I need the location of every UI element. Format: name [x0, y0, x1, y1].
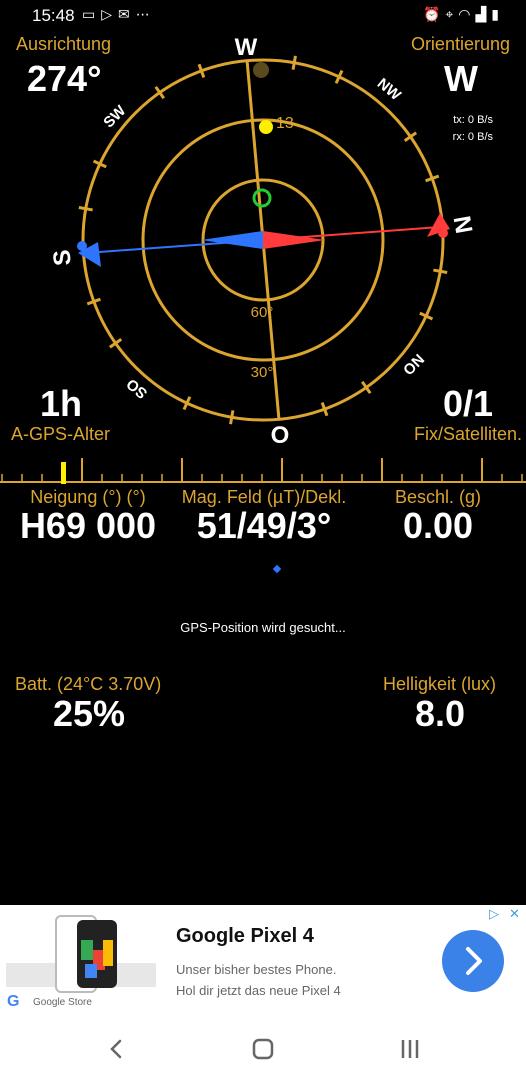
ad-line-1: Unser bisher bestes Phone. [176, 962, 337, 977]
metric-value-neigung: H69 000 [19, 505, 157, 546]
ad-title: Google Pixel 4 [176, 925, 314, 947]
tx-rate: tx: 0 B/s [453, 114, 493, 126]
fix-label: Fix/Satelliten. [413, 424, 522, 444]
home-button-icon[interactable] [250, 1036, 276, 1062]
ring-label-60: 60° [251, 304, 274, 321]
orientation-label: Orientierung [410, 34, 510, 54]
battery-icon: ▮ [491, 6, 504, 22]
alarm-icon: ⏰ [422, 6, 446, 22]
system-icons: ⏰⌖◠▟▮ [423, 6, 504, 23]
metric-value-magfeld: 51/49/3° [196, 505, 332, 546]
status-bar: 15:48 ▭▷✉⋯ ⏰⌖◠▟▮ [0, 0, 526, 32]
ring-tick [403, 131, 418, 143]
ring-tick [229, 410, 235, 425]
orientation-value: W [444, 58, 478, 99]
ring-tick [361, 380, 372, 395]
ring-tick [108, 338, 123, 349]
location-icon: ⌖ [445, 6, 459, 22]
compass-label-w: W [235, 34, 258, 61]
ring-tick [291, 55, 297, 70]
brightness-value: 8.0 [414, 693, 465, 734]
loading-dot-icon [272, 564, 282, 574]
gps-ring-icon [252, 188, 272, 208]
system-nav-bar [0, 1018, 526, 1080]
ruler-ticks [1, 458, 523, 482]
adchoices-icon[interactable]: ▷ [489, 906, 499, 922]
ad-cta-button[interactable] [442, 930, 504, 992]
battery-value: 25% [53, 693, 126, 734]
ring-tick [433, 268, 448, 274]
compass-label-s: S [48, 248, 76, 266]
sun-marker-icon [253, 62, 269, 78]
recent-apps-icon[interactable] [397, 1036, 423, 1062]
notification-icons: ▭▷✉⋯ [82, 6, 156, 23]
compass-label-sw: SW [100, 102, 130, 132]
north-dot-icon [438, 228, 448, 238]
wifi-icon: ◠ [458, 6, 476, 22]
agps-value: 1h [40, 383, 83, 424]
rx-rate: rx: 0 B/s [452, 131, 493, 143]
ad-line-2: Hol dir jetzt das neue Pixel 4 [176, 983, 341, 998]
inclination-ruler [0, 458, 526, 484]
compass-label-o: O [271, 422, 290, 449]
signal-icon: ▟ [475, 6, 492, 22]
phone-image-front [77, 920, 117, 988]
metric-value-beschl: 0.00 [402, 505, 474, 546]
fix-value: 0/1 [442, 383, 493, 424]
needle-blue-half [201, 231, 263, 249]
ad-close-icon[interactable]: ✕ [509, 906, 520, 922]
laptop-icon: ▭ [82, 6, 102, 22]
heading-value: 274° [27, 58, 102, 99]
ring-tick [154, 85, 165, 100]
gps-status: GPS-Position wird gesucht... [180, 620, 346, 635]
heading-label: Ausrichtung [16, 34, 112, 54]
needle-red-half [263, 231, 325, 249]
south-dot-icon [77, 241, 87, 251]
brightness-label: Helligkeit (lux) [382, 674, 496, 694]
ad-store-name: Google Store [33, 997, 92, 1008]
more-dots-icon: ⋯ [135, 6, 156, 22]
ring-tick [78, 206, 93, 212]
inclination-marker-icon [61, 462, 66, 484]
compass-label-n: N [448, 214, 478, 236]
ring-label-30: 30° [251, 364, 274, 381]
battery-label: Batt. (24°C 3.70V) [15, 674, 162, 694]
play-store-icon: ▷ [101, 6, 119, 22]
chevron-right-icon [466, 947, 482, 975]
google-logo-icon: G [7, 993, 20, 1010]
ad-banner[interactable]: G Google Store Google Pixel 4 Unser bish… [0, 905, 526, 1018]
gmail-icon: ✉ [118, 6, 136, 22]
satellite-number: 13 [276, 115, 294, 132]
agps-label: A-GPS-Alter [11, 424, 111, 444]
satellite-marker-icon [259, 120, 273, 134]
status-time: 15:48 [32, 6, 75, 25]
back-button-icon[interactable] [103, 1036, 129, 1062]
